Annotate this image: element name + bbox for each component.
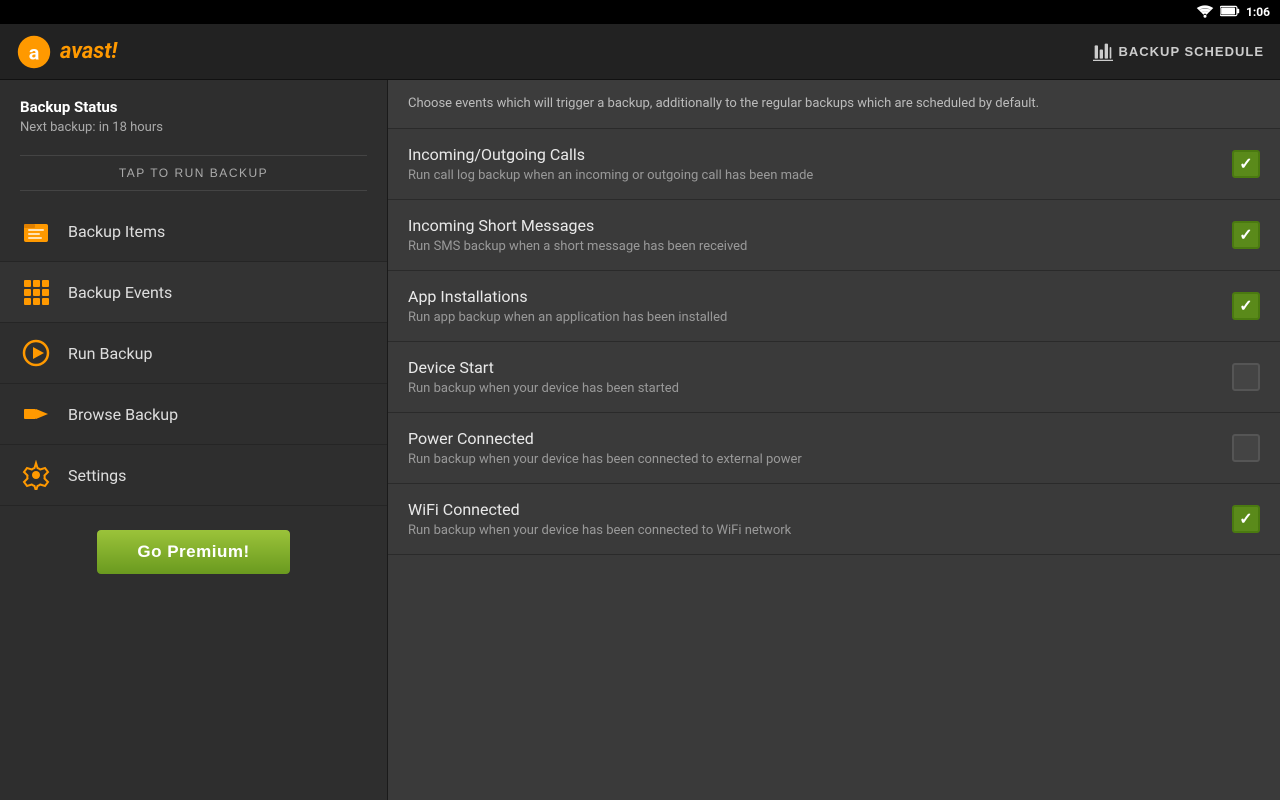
backup-items-icon	[20, 215, 52, 247]
content-area: Choose events which will trigger a backu…	[388, 80, 1280, 800]
run-backup-icon	[20, 337, 52, 369]
sidebar-item-run-backup[interactable]: Run Backup	[0, 323, 387, 384]
sidebar-item-settings[interactable]: Settings	[0, 445, 387, 506]
avast-logo-icon: a	[16, 34, 52, 70]
event-checkbox-app-installations[interactable]: ✓	[1232, 292, 1260, 320]
header-right: BACKUP SCHEDULE	[1093, 42, 1265, 62]
event-text-app-installations: App Installations Run app backup when an …	[408, 287, 1232, 325]
backup-status-title: Backup Status	[20, 98, 367, 116]
event-desc-incoming-outgoing-calls: Run call log backup when an incoming or …	[408, 168, 1232, 183]
event-desc-app-installations: Run app backup when an application has b…	[408, 310, 1232, 325]
event-item-app-installations[interactable]: App Installations Run app backup when an …	[388, 271, 1280, 342]
time-display: 1:06	[1246, 5, 1270, 19]
event-item-device-start[interactable]: Device Start Run backup when your device …	[388, 342, 1280, 413]
event-item-wifi-connected[interactable]: WiFi Connected Run backup when your devic…	[388, 484, 1280, 555]
header: a avast! BACKUP SCHEDULE	[0, 24, 1280, 80]
event-text-device-start: Device Start Run backup when your device …	[408, 358, 1232, 396]
next-backup-text: Next backup: in 18 hours	[20, 120, 367, 135]
svg-text:a: a	[29, 41, 40, 64]
sidebar: Backup Status Next backup: in 18 hours T…	[0, 80, 388, 800]
events-list: Incoming/Outgoing Calls Run call log back…	[388, 129, 1280, 555]
backup-events-icon	[20, 276, 52, 308]
sidebar-item-backup-events-label: Backup Events	[68, 283, 172, 302]
event-item-incoming-outgoing-calls[interactable]: Incoming/Outgoing Calls Run call log back…	[388, 129, 1280, 200]
sidebar-item-backup-events[interactable]: Backup Events	[0, 262, 387, 323]
event-desc-incoming-short-messages: Run SMS backup when a short message has …	[408, 239, 1232, 254]
go-premium-button[interactable]: Go Premium!	[97, 530, 289, 574]
event-checkbox-incoming-outgoing-calls[interactable]: ✓	[1232, 150, 1260, 178]
sidebar-item-backup-items-label: Backup Items	[68, 222, 165, 241]
backup-schedule-button[interactable]: BACKUP SCHEDULE	[1093, 42, 1265, 62]
tap-to-run-button[interactable]: TAP TO RUN BACKUP	[20, 155, 367, 191]
event-title-device-start: Device Start	[408, 358, 1232, 377]
event-title-incoming-short-messages: Incoming Short Messages	[408, 216, 1232, 235]
event-text-incoming-outgoing-calls: Incoming/Outgoing Calls Run call log back…	[408, 145, 1232, 183]
event-desc-wifi-connected: Run backup when your device has been con…	[408, 523, 1232, 538]
wifi-icon	[1196, 4, 1214, 21]
sidebar-item-settings-label: Settings	[68, 466, 126, 485]
sidebar-item-browse-backup-label: Browse Backup	[68, 405, 178, 424]
logo-area: a avast!	[16, 34, 117, 70]
event-title-incoming-outgoing-calls: Incoming/Outgoing Calls	[408, 145, 1232, 164]
sidebar-item-browse-backup[interactable]: Browse Backup	[0, 384, 387, 445]
event-text-power-connected: Power Connected Run backup when your devi…	[408, 429, 1232, 467]
event-text-wifi-connected: WiFi Connected Run backup when your devic…	[408, 500, 1232, 538]
sidebar-item-run-backup-label: Run Backup	[68, 344, 152, 363]
event-checkbox-power-connected[interactable]	[1232, 434, 1260, 462]
event-item-incoming-short-messages[interactable]: Incoming Short Messages Run SMS backup wh…	[388, 200, 1280, 271]
backup-status-section: Backup Status Next backup: in 18 hours	[0, 80, 387, 145]
settings-icon	[20, 459, 52, 491]
event-title-wifi-connected: WiFi Connected	[408, 500, 1232, 519]
main-layout: Backup Status Next backup: in 18 hours T…	[0, 80, 1280, 800]
event-text-incoming-short-messages: Incoming Short Messages Run SMS backup wh…	[408, 216, 1232, 254]
sidebar-item-backup-items[interactable]: Backup Items	[0, 201, 387, 262]
browse-backup-icon	[20, 398, 52, 430]
event-item-power-connected[interactable]: Power Connected Run backup when your devi…	[388, 413, 1280, 484]
event-desc-power-connected: Run backup when your device has been con…	[408, 452, 1232, 467]
event-checkbox-incoming-short-messages[interactable]: ✓	[1232, 221, 1260, 249]
backup-schedule-label: BACKUP SCHEDULE	[1119, 44, 1265, 59]
status-bar: 1:06	[0, 0, 1280, 24]
content-description: Choose events which will trigger a backu…	[388, 80, 1280, 129]
logo-text: avast!	[60, 39, 117, 64]
battery-icon	[1220, 5, 1240, 20]
event-title-app-installations: App Installations	[408, 287, 1232, 306]
event-checkbox-device-start[interactable]	[1232, 363, 1260, 391]
event-title-power-connected: Power Connected	[408, 429, 1232, 448]
event-checkbox-wifi-connected[interactable]: ✓	[1232, 505, 1260, 533]
event-desc-device-start: Run backup when your device has been sta…	[408, 381, 1232, 396]
